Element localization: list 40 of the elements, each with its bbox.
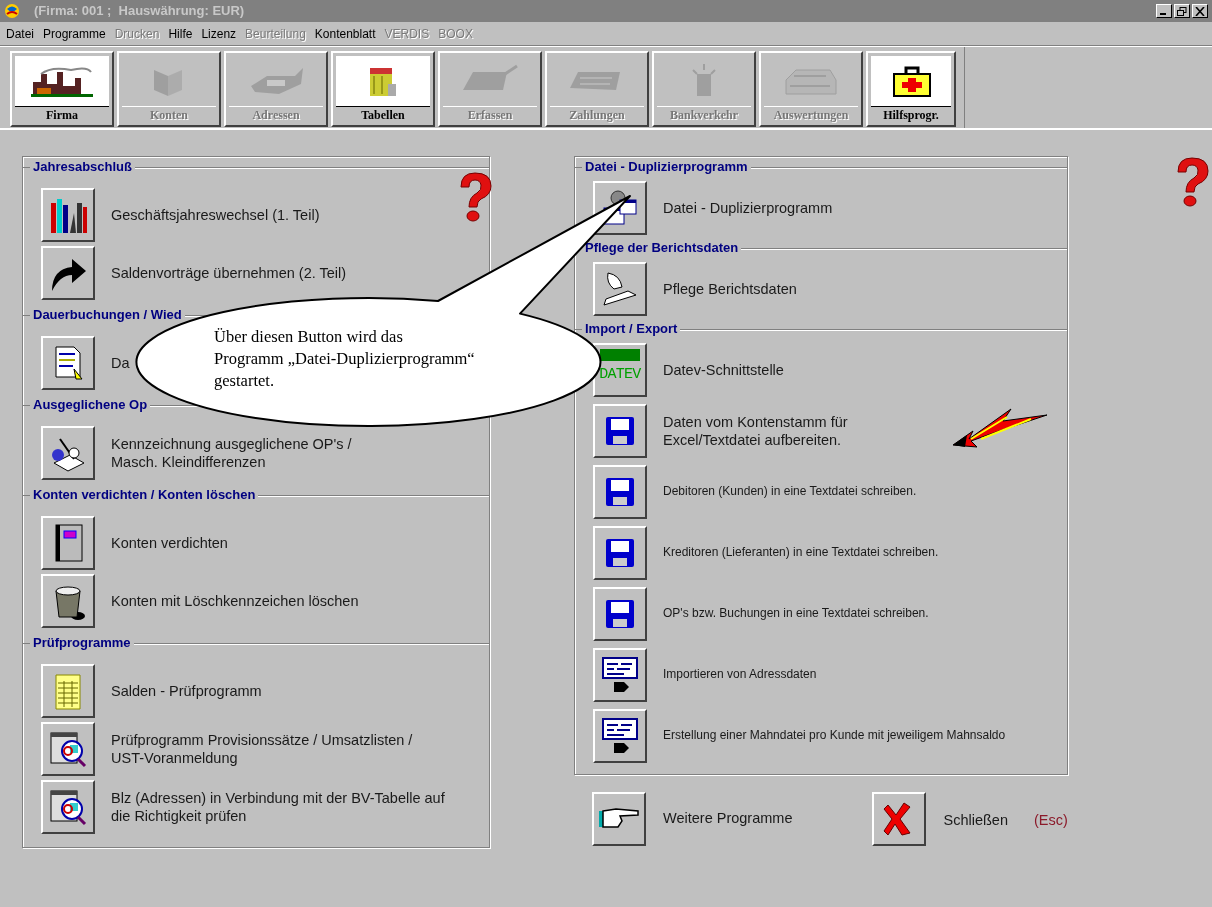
section-heading: Dauerbuchungen / Wied bbox=[32, 306, 183, 325]
menu-item[interactable]: Hilfe bbox=[164, 24, 197, 43]
program-label: Geschäftsjahreswechsel (1. Teil) bbox=[111, 206, 320, 224]
section-heading: Ausgeglichene Op bbox=[32, 396, 149, 415]
program-label: Konten verdichten bbox=[111, 534, 228, 552]
more-programs-label: Weitere Programme bbox=[663, 809, 793, 829]
menu-item[interactable]: Kontenblatt bbox=[310, 24, 380, 43]
program-label: Saldenvorträge übernehmen (2. Teil) bbox=[111, 264, 347, 282]
toolbar-button[interactable]: Firma bbox=[10, 51, 114, 127]
toolbar-button[interactable]: Tabellen bbox=[331, 51, 435, 127]
callout-text: Über diesen Button wird das Programm „Datei-Duplizierprogramm“ gestartet. bbox=[214, 326, 476, 392]
program-label: Datei - Duplizierprogramm bbox=[663, 198, 833, 217]
program-label: OP's bzw. Buchungen in eine Textdatei schreiben. bbox=[663, 606, 929, 621]
program-label: Salden - Prüfprogramm bbox=[111, 682, 262, 700]
section-heading: Datei - Duplizierprogramm bbox=[584, 158, 749, 177]
close-label: Schließen bbox=[943, 811, 1008, 831]
program-label: Da bbox=[111, 354, 130, 372]
shortcut-hint: (Esc) bbox=[1033, 811, 1068, 831]
program-button[interactable]: DATEV bbox=[593, 342, 647, 397]
program-label: Blz (Adressen) in Verbindung mit der BV-Tabelle auf die Richtigkeit prüfen bbox=[111, 789, 445, 825]
menu-item[interactable]: Datei bbox=[2, 24, 38, 43]
section-heading: Konten verdichten / Konten löschen bbox=[32, 486, 257, 505]
program-label: Erstellung einer Mahndatei pro Kunde mit jeweiligem Mahnsaldo bbox=[663, 728, 1006, 743]
toolbar-button[interactable]: Hilfsprogr. bbox=[866, 51, 956, 127]
section-heading: Prüfprogramme bbox=[32, 634, 132, 653]
section-heading: Pflege der Berichtsdaten bbox=[584, 239, 740, 258]
menu-item[interactable]: Lizenz bbox=[197, 24, 241, 43]
program-label: Konten mit Löschkennzeichen löschen bbox=[111, 592, 359, 610]
program-label: Prüfprogramm Provisionssätze / Umsatzlisten / UST-Voranmeldung bbox=[111, 731, 413, 767]
window-title: (Firma: 001 ; Hauswährung: EUR) bbox=[34, 2, 245, 21]
program-label: Daten vom Kontenstamm für Excel/Textdatei aufbereiten. bbox=[663, 412, 848, 449]
section-heading: Import / Export bbox=[584, 320, 679, 339]
program-label: Datev-Schnittstelle bbox=[663, 360, 784, 379]
menu-item[interactable]: Programme bbox=[39, 24, 110, 43]
program-label: Importieren von Adressdaten bbox=[663, 667, 817, 682]
program-label: Kreditoren (Lieferanten) in eine Textdatei schreiben. bbox=[663, 545, 939, 560]
program-label: Kennzeichnung ausgeglichene OP's / Masch. Kleindifferenzen bbox=[111, 435, 352, 471]
section-heading: Jahresabschluß bbox=[32, 158, 133, 177]
program-label: Pflege Berichtsdaten bbox=[663, 279, 797, 298]
program-label: Debitoren (Kunden) in eine Textdatei schreiben. bbox=[663, 484, 917, 499]
